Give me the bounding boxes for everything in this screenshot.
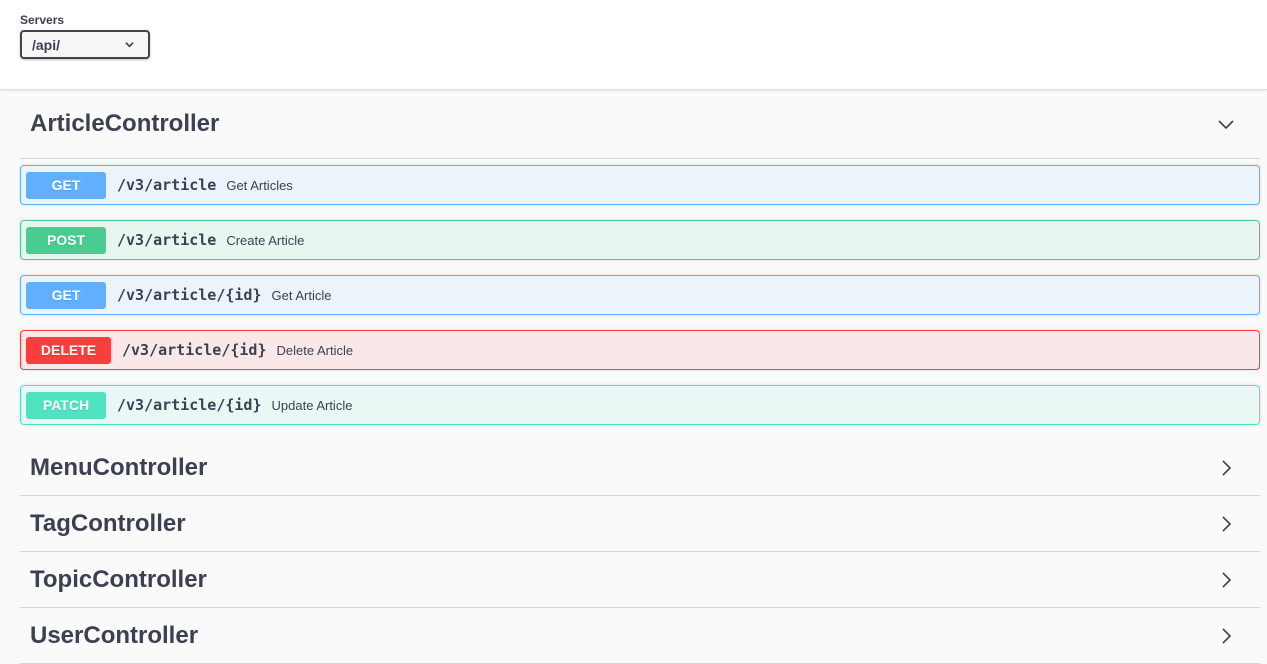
operation-summary: Update Article xyxy=(271,397,353,413)
chevron-right-icon[interactable] xyxy=(1216,458,1236,478)
api-content: ArticleController GET /v3/article Get Ar… xyxy=(20,90,1260,664)
operation-path: /v3/article/{id} xyxy=(122,341,267,359)
tag-title: MenuController xyxy=(30,453,208,481)
operation-path: /v3/article xyxy=(117,176,217,194)
chevron-right-icon[interactable] xyxy=(1216,626,1236,646)
operation-summary: Get Articles xyxy=(226,177,293,193)
operation-path: /v3/article xyxy=(117,231,217,249)
tag-title: UserController xyxy=(30,621,199,649)
operation-delete-article[interactable]: DELETE /v3/article/{id} Delete Article xyxy=(20,330,1260,370)
operation-update-article[interactable]: PATCH /v3/article/{id} Update Article xyxy=(20,385,1260,425)
operation-summary: Get Article xyxy=(271,287,332,303)
tag-section-article: ArticleController GET /v3/article Get Ar… xyxy=(20,90,1260,425)
operation-path: /v3/article/{id} xyxy=(117,396,262,414)
operations-list: GET /v3/article Get Articles POST /v3/ar… xyxy=(20,159,1260,425)
operation-path: /v3/article/{id} xyxy=(117,286,262,304)
method-badge: PATCH xyxy=(26,391,106,419)
operation-get-article[interactable]: GET /v3/article/{id} Get Article xyxy=(20,275,1260,315)
chevron-right-icon[interactable] xyxy=(1216,570,1236,590)
tag-title: ArticleController xyxy=(30,110,220,137)
chevron-down-icon[interactable] xyxy=(1216,114,1236,134)
servers-bar: Servers /api/ xyxy=(0,0,1267,90)
chevron-down-icon xyxy=(125,42,134,48)
server-select[interactable]: /api/ xyxy=(20,30,150,59)
method-badge: DELETE xyxy=(26,336,111,364)
tag-title: TagController xyxy=(30,509,186,537)
tag-header-article[interactable]: ArticleController xyxy=(20,90,1260,159)
operation-create-article[interactable]: POST /v3/article Create Article xyxy=(20,220,1260,260)
method-badge: GET xyxy=(26,281,106,309)
operation-summary: Create Article xyxy=(226,232,305,248)
method-badge: GET xyxy=(26,171,106,199)
servers-label: Servers xyxy=(20,13,65,27)
tag-header-tag[interactable]: TagController xyxy=(20,496,1260,552)
operation-summary: Delete Article xyxy=(276,342,354,358)
tag-header-user[interactable]: UserController xyxy=(20,608,1260,664)
chevron-right-icon[interactable] xyxy=(1216,514,1236,534)
tag-title: TopicController xyxy=(30,565,207,593)
method-badge: POST xyxy=(26,226,106,254)
tag-header-menu[interactable]: MenuController xyxy=(20,440,1260,496)
operation-get-articles[interactable]: GET /v3/article Get Articles xyxy=(20,165,1260,205)
server-select-value: /api/ xyxy=(32,36,61,53)
tag-header-topic[interactable]: TopicController xyxy=(20,552,1260,608)
